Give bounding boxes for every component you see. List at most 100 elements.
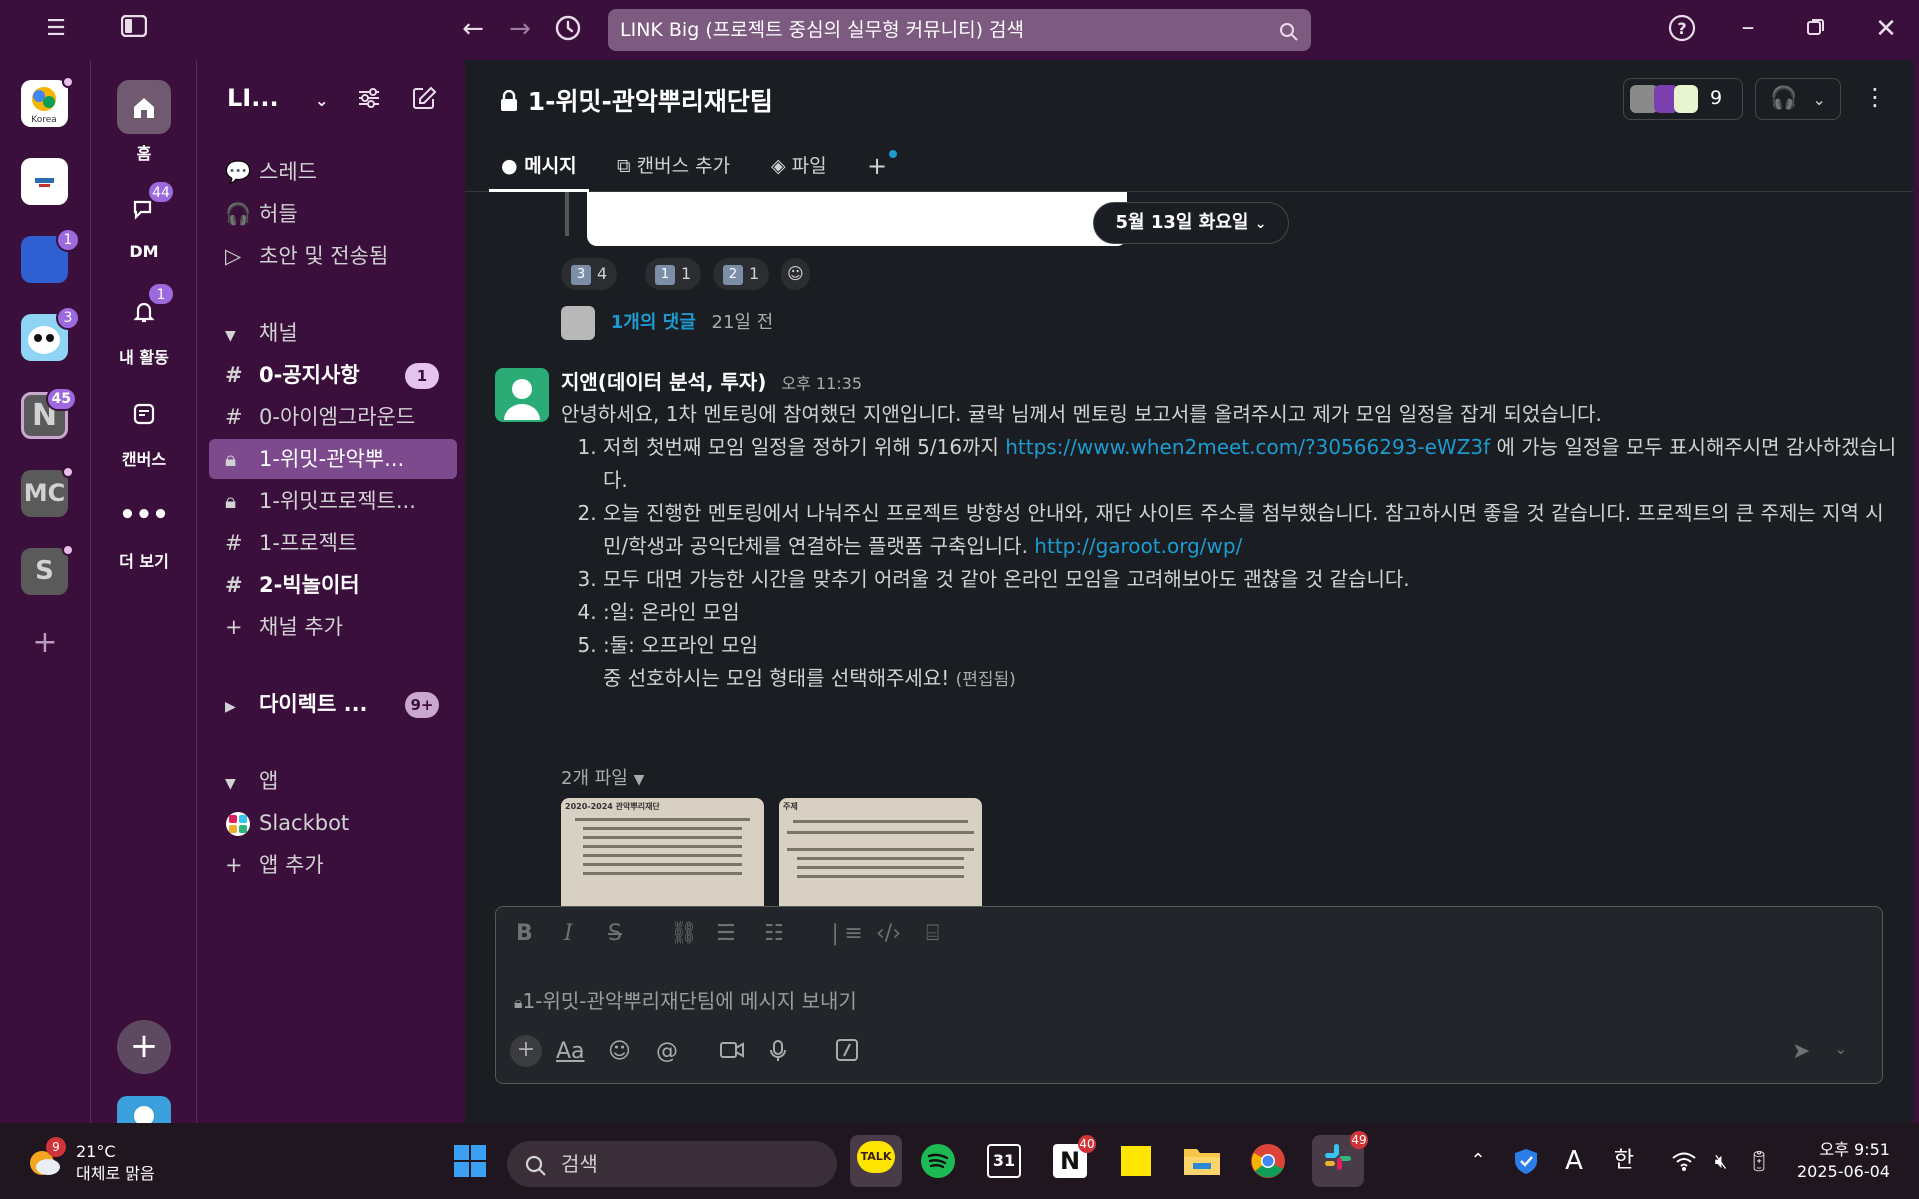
workspace-korea[interactable]: Korea [21, 76, 74, 127]
sidebar-channel-wemeet-project[interactable]: 🔒︎ 1-위밋프로젝트... [209, 481, 457, 521]
member-list-button[interactable]: 9 [1623, 78, 1743, 120]
workspace-name[interactable]: LI... ⌄ [227, 84, 328, 112]
chrome-app-icon[interactable] [1246, 1139, 1290, 1183]
wifi-icon[interactable] [1666, 1139, 1702, 1183]
nav-home[interactable]: 홈 [91, 80, 197, 164]
sidebar-item-huddles[interactable]: 🎧 허들 [209, 194, 457, 234]
attach-plus-button[interactable]: + [510, 1035, 542, 1067]
weather-widget[interactable]: 21°C 대체로 맑음 [76, 1141, 155, 1185]
taskbar-search[interactable]: 검색 [507, 1141, 837, 1187]
close-icon[interactable]: ✕ [1868, 14, 1904, 44]
add-workspace-icon[interactable]: + [27, 628, 63, 658]
attachment-preview[interactable] [587, 192, 1127, 246]
sidebar-channel-wemeet-gwanak[interactable]: 🔒︎ 1-위밋-관악뿌... [209, 439, 457, 479]
sticky-notes-app-icon[interactable] [1114, 1139, 1158, 1183]
battery-icon[interactable]: 🔋︎ [1742, 1139, 1776, 1183]
microphone-icon[interactable] [768, 1039, 788, 1066]
menu-icon[interactable]: ☰ [38, 14, 74, 44]
thread-summary[interactable]: 1개의 댓글 21일 전 [561, 306, 773, 340]
code-block-icon[interactable]: ⌸ [926, 921, 939, 946]
reaction-one[interactable]: 11 [645, 258, 702, 290]
author-avatar[interactable] [495, 368, 549, 422]
message-composer[interactable]: B I S ⛓ ☰ ☷ ❘≡ ‹/› ⌸ 🔒︎1-위밋-관악뿌리재단팀에 메시지… [495, 906, 1883, 1084]
garoot-link[interactable]: http://garoot.org/wp/ [1034, 534, 1242, 558]
shortcuts-icon[interactable] [836, 1039, 858, 1064]
volume-muted-icon[interactable]: 🔇︎ [1704, 1139, 1738, 1183]
tray-chevron-up-icon[interactable]: ⌃ [1456, 1139, 1500, 1183]
nav-more[interactable]: ••• 더 보기 [91, 488, 197, 572]
kakaotalk-app-icon[interactable]: TALK [850, 1135, 902, 1187]
when2meet-link[interactable]: https://www.when2meet.com/?30566293-eWZ3… [1005, 435, 1490, 459]
date-divider[interactable]: 5월 13일 화요일 ⌄ [1093, 202, 1289, 244]
minimize-icon[interactable]: – [1730, 12, 1766, 42]
sidebar-toggle-icon[interactable] [116, 14, 152, 44]
calendar-app-icon[interactable]: 31 [982, 1139, 1026, 1183]
reaction-three[interactable]: 34 [561, 258, 618, 290]
forward-arrow-icon[interactable]: → [502, 14, 538, 44]
workspace-mc[interactable]: MC [21, 466, 74, 517]
nav-dm[interactable]: 44 DM [91, 180, 197, 261]
system-clock[interactable]: 오후 9:51 2025-06-04 [1797, 1139, 1890, 1183]
weather-icon[interactable]: 9 [26, 1137, 66, 1181]
text-format-icon[interactable]: Aa [556, 1039, 585, 1064]
huddle-button[interactable]: 🎧 ⌄ [1755, 78, 1841, 120]
nav-activity[interactable]: 1 내 활동 [91, 282, 197, 368]
sidebar-channel-notice[interactable]: #0-공지사항 1 [209, 355, 457, 395]
send-icon[interactable]: ➤ [1792, 1039, 1810, 1064]
history-icon[interactable] [550, 14, 586, 49]
bold-icon[interactable]: B [516, 921, 533, 946]
composer-placeholder[interactable]: 🔒︎1-위밋-관악뿌리재단팀에 메시지 보내기 [514, 985, 857, 1014]
create-new-button[interactable]: + [117, 1020, 171, 1074]
sidebar-item-drafts[interactable]: ▷ 초안 및 전송됨 [209, 236, 457, 276]
sidebar-app-slackbot[interactable]: Slackbot [209, 803, 457, 843]
tab-files[interactable]: ◈ 파일 [771, 140, 827, 192]
file-explorer-app-icon[interactable] [1180, 1139, 1224, 1183]
tab-messages[interactable]: ● 메시지 [489, 140, 589, 192]
restore-icon[interactable] [1798, 14, 1834, 44]
files-toggle[interactable]: 2개 파일 ▼ [561, 764, 644, 790]
strikethrough-icon[interactable]: S [608, 921, 622, 946]
apps-section-header[interactable]: ▼ 앱 [209, 761, 457, 801]
search-input[interactable]: LINK Big (프로젝트 중심의 실무형 커뮤니티) 검색 [608, 9, 1311, 51]
code-icon[interactable]: ‹/› [876, 921, 901, 946]
spotify-app-icon[interactable] [916, 1139, 960, 1183]
mention-icon[interactable]: @ [656, 1039, 678, 1064]
channels-section-header[interactable]: ▼ 채널 [209, 313, 457, 353]
notion-app-icon[interactable]: N 40 [1048, 1135, 1096, 1183]
workspace-2[interactable] [21, 158, 68, 205]
nav-canvas[interactable]: 캔버스 [91, 386, 197, 470]
add-reaction-button[interactable]: ☺ [781, 258, 810, 290]
add-tab-button[interactable]: + [867, 140, 897, 192]
sidebar-item-threads[interactable]: 💬 스레드 [209, 152, 457, 192]
more-options-icon[interactable]: ⋮ [1857, 82, 1893, 112]
add-app-button[interactable]: + 앱 추가 [209, 845, 457, 885]
input-method-a-icon[interactable]: A [1552, 1139, 1596, 1183]
channel-title[interactable]: 1-위밋-관악뿌리재단팀 [499, 82, 773, 118]
workspace-3[interactable]: 1 [21, 228, 80, 283]
sidebar-channel-project[interactable]: #1-프로젝트 [209, 523, 457, 563]
italic-icon[interactable]: I [564, 921, 573, 946]
blockquote-icon[interactable]: ❘≡ [826, 921, 863, 946]
direct-messages-section-header[interactable]: ▶ 다이렉트 ... 9+ [209, 684, 457, 724]
add-channel-button[interactable]: + 채널 추가 [209, 607, 457, 647]
emoji-icon[interactable]: ☺ [608, 1039, 631, 1064]
bullet-list-icon[interactable]: ☷ [764, 921, 784, 946]
video-icon[interactable] [720, 1039, 744, 1064]
windows-start-button[interactable] [448, 1139, 492, 1183]
author-name[interactable]: 지앤(데이터 분석, 투자) [561, 370, 766, 394]
help-icon[interactable]: ? [1664, 14, 1700, 49]
filter-icon[interactable] [351, 84, 387, 119]
input-method-korean-icon[interactable]: 한 [1602, 1139, 1646, 1183]
workspace-4[interactable]: 3 [21, 306, 80, 361]
workspace-n[interactable]: N 45 [21, 387, 77, 439]
workspace-s[interactable]: S [21, 544, 74, 595]
tab-add-canvas[interactable]: ⧉ 캔버스 추가 [617, 140, 730, 192]
message-time[interactable]: 오후 11:35 [781, 374, 862, 393]
sidebar-channel-iamground[interactable]: #0-아이엠그라운드 [209, 397, 457, 437]
slack-app-icon[interactable]: 49 [1312, 1131, 1368, 1187]
sidebar-channel-big-playground[interactable]: #2-빅놀이터 [209, 565, 457, 605]
back-arrow-icon[interactable]: ← [455, 14, 491, 44]
send-options-chevron-icon[interactable]: ⌄ [1834, 1039, 1847, 1058]
defender-shield-icon[interactable] [1504, 1139, 1548, 1183]
reaction-two[interactable]: 21 [713, 258, 770, 290]
